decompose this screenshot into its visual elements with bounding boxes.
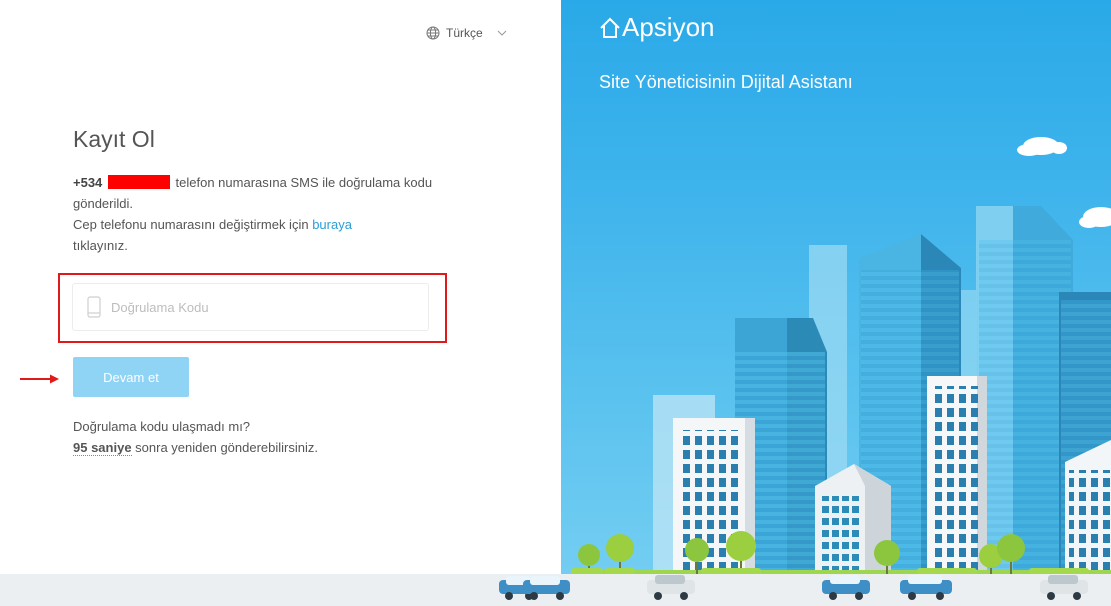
resend-info: Doğrulama kodu ulaşmadı mı? 95 saniye so…: [73, 416, 318, 458]
verification-code-input[interactable]: [111, 299, 411, 315]
phone-prefix: +534: [73, 175, 103, 190]
ground-strip: [0, 574, 1111, 606]
city-illustration: [571, 137, 1111, 576]
change-number-link[interactable]: buraya: [312, 217, 352, 232]
language-label: Türkçe: [446, 26, 483, 40]
annotation-arrow-icon: [20, 374, 59, 384]
login-panel: Türkçe Kayıt Ol +534 telefon numarasına …: [0, 0, 561, 606]
chevron-down-icon: [497, 30, 507, 36]
change-number-tail: tıklayınız.: [73, 238, 128, 253]
redacted-phone-number: [107, 175, 170, 189]
language-selector[interactable]: Türkçe: [426, 26, 507, 40]
resend-tail: sonra yeniden gönderebilirsiniz.: [131, 440, 318, 455]
verification-code-field[interactable]: [72, 283, 429, 331]
resend-countdown: 95 saniye: [73, 440, 132, 456]
page-title: Kayıt Ol: [73, 126, 155, 152]
hero-panel: Apsiyon Site Yöneticisinin Dijital Asist…: [561, 0, 1111, 606]
mobile-phone-icon: [87, 296, 101, 318]
resend-question: Doğrulama kodu ulaşmadı mı?: [73, 419, 251, 434]
continue-button[interactable]: Devam et: [73, 357, 189, 397]
sms-info-text: +534 telefon numarasına SMS ile doğrulam…: [73, 172, 443, 256]
car-icon: [499, 575, 1088, 600]
change-number-text: Cep telefonu numarasını değiştirmek için: [73, 217, 313, 232]
globe-icon: [426, 26, 440, 40]
